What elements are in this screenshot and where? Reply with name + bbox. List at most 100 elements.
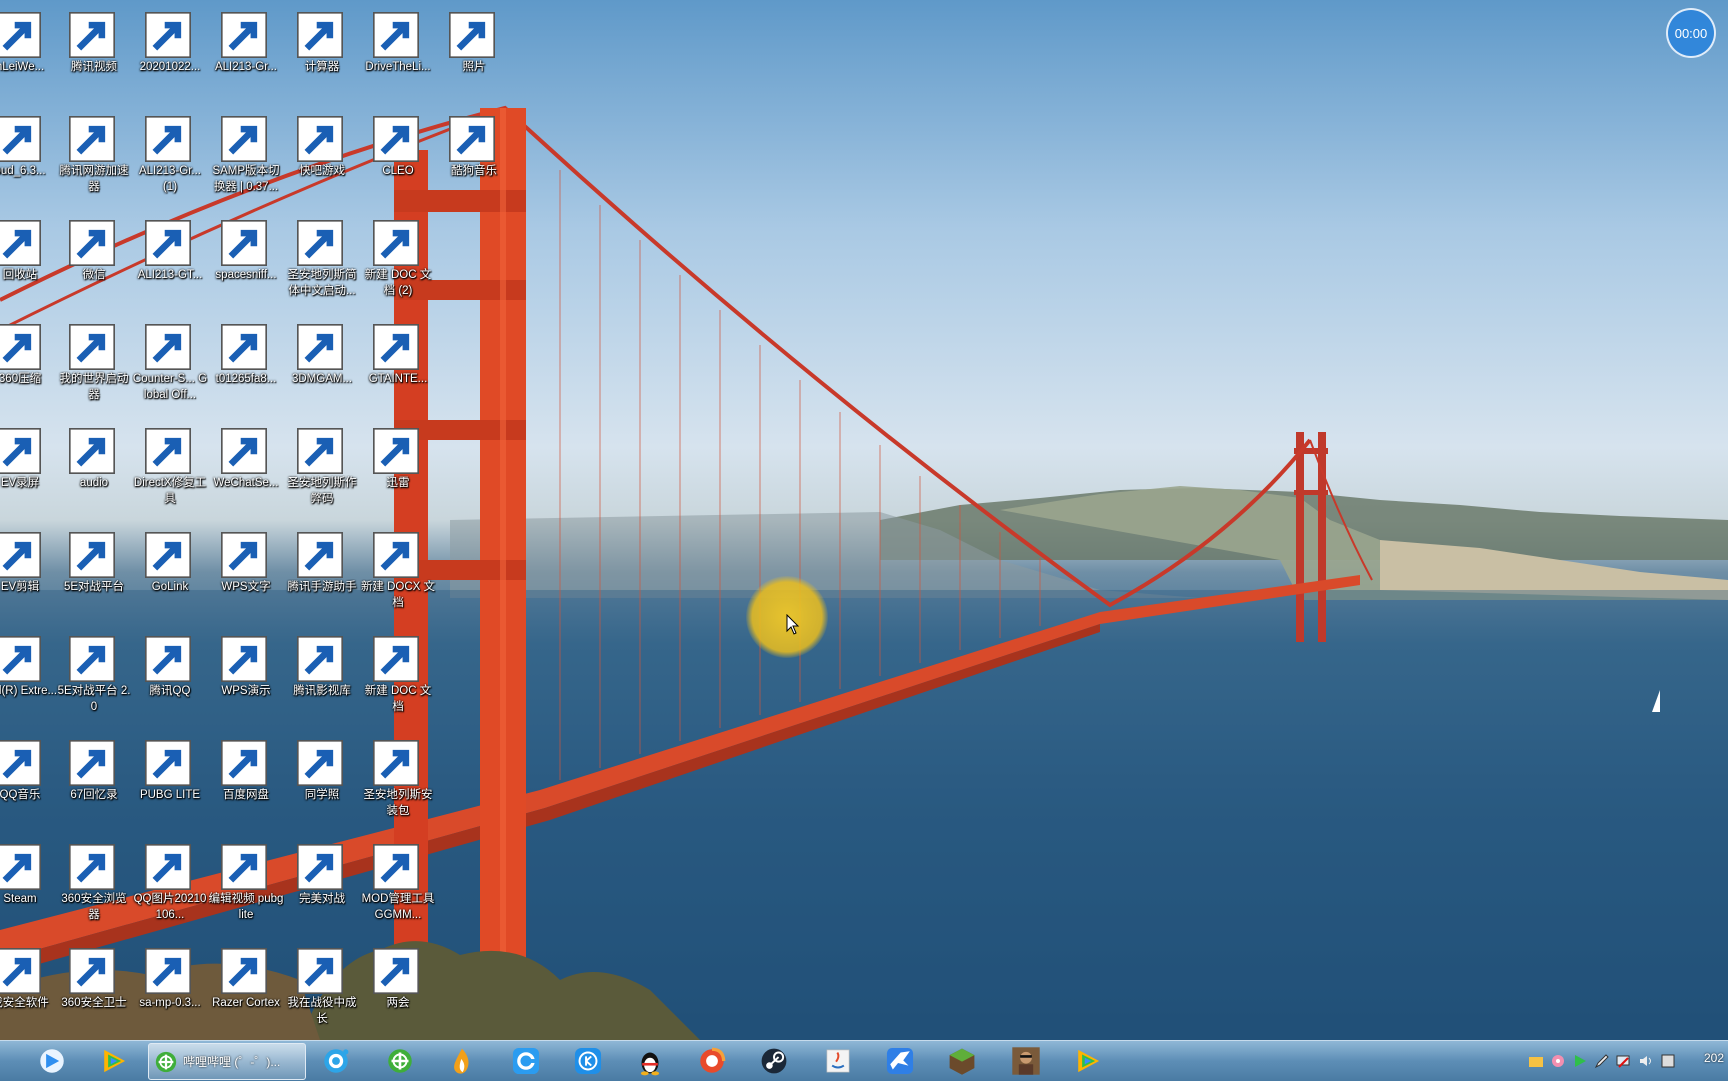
desktop-icon[interactable]: 5E 5E对战平台 [56,526,132,626]
desktop-icon[interactable]: 微信 [56,214,132,314]
desktop-icon[interactable]: ALI213-GT... [132,214,208,314]
wechat-icon [69,218,117,266]
desktop-icon[interactable]: 百度网盘 [208,734,284,834]
taskbar-button[interactable] [878,1044,922,1078]
desktop-icon[interactable]: QQ音乐 [0,734,58,834]
taskbar-button[interactable] [940,1044,984,1078]
desktop-icon[interactable]: 同学照 [284,734,360,834]
desktop-icon[interactable]: MOD管理工具GGMM... [360,838,436,938]
desktop-icon[interactable]: QQ图片20210106... [132,838,208,938]
desktop-icon[interactable]: 我的世界启动器 [56,318,132,418]
desktop-icon[interactable]: t01265fa8... [208,318,284,418]
desktop-icon[interactable]: SAMP版本切换器 | 0.37... [208,110,284,210]
desktop-icon[interactable]: P 67回忆录 [56,734,132,834]
desktop-icon[interactable]: 腾讯手游助手 [284,526,360,626]
shortcut-arrow-icon [449,116,495,162]
desktop-icon[interactable]: 照片 [436,6,512,106]
desktop-icon[interactable]: 迅雷 [360,422,436,522]
desktop-icon[interactable]: 腾讯网游加速器 [56,110,132,210]
screen-recorder-timer[interactable]: 00:00 [1666,8,1716,58]
desktop-icon[interactable]: 360压缩 [0,318,58,418]
tray-volume-icon[interactable] [1638,1053,1654,1069]
desktop-icon[interactable]: 我在战役中成长 [284,942,360,1040]
desktop-icon[interactable]: EV录屏 [0,422,58,522]
desktop-icon[interactable]: 计算器 [284,6,360,106]
tray-flower-icon[interactable] [1550,1053,1566,1069]
desktop-icon[interactable]: 回收站 [0,214,58,314]
desktop-icon[interactable]: 我安全软件 [0,942,58,1040]
taskbar-button[interactable] [504,1044,548,1078]
desktop-icon[interactable]: 5E 5E对战平台 2.0 [56,630,132,730]
desktop-icon[interactable]: 腾讯QQ [132,630,208,730]
desktop-icon[interactable]: Steam [0,838,58,938]
taskbar-button[interactable] [92,1044,136,1078]
desktop-icon[interactable]: GTAINTE... [360,318,436,418]
taskbar-button[interactable] [816,1044,860,1078]
desktop-icon[interactable]: Razer Cortex [208,942,284,1040]
desktop-icon[interactable]: 圣安地列斯简体中文启动... [284,214,360,314]
taskbar-button[interactable] [30,1044,74,1078]
taskbar-active-window-button[interactable]: 哔哩哔哩 (゜-゜)... [148,1043,306,1080]
tray-network-icon[interactable] [1616,1053,1632,1069]
ev-editor-icon [0,530,43,578]
desktop-icon[interactable]: sa-mp-0.3... [132,942,208,1040]
taskbar-button[interactable] [690,1044,734,1078]
desktop-icon[interactable]: ALI213-Gr... [208,6,284,106]
taskbar-button[interactable] [440,1044,484,1078]
desktop-icon[interactable]: oud_6.3... [0,110,58,210]
shortcut-arrow-icon [221,740,267,786]
desktop-icon[interactable]: ALI213-Gr... (1) [132,110,208,210]
tray-clock[interactable]: 202 [1704,1051,1724,1065]
desktop-icon[interactable]: 完美对战 [284,838,360,938]
desktop-icon[interactable]: 快吧游戏 [284,110,360,210]
intel-gauge-icon [0,634,43,682]
tray-flag-icon[interactable] [1660,1053,1676,1069]
shortcut-arrow-icon [69,116,115,162]
desktop-icon[interactable]: 20201022... [132,6,208,106]
desktop-icon[interactable]: 3DMGAM... [284,318,360,418]
desktop-icon[interactable]: DriveTheLi... [360,6,436,106]
desktop-icon[interactable]: 腾讯视频 [56,6,132,106]
desktop-icon[interactable]: 新建 DOCX 文档 [360,526,436,626]
tray-pen-icon[interactable] [1594,1053,1610,1069]
desktop-icon[interactable]: PUBG PUBG LITE [132,734,208,834]
desktop-icon[interactable]: 圣安地列斯安装包 [360,734,436,834]
desktop-icon[interactable]: 360安全浏览器 [56,838,132,938]
desktop-icon[interactable]: 编辑视频 pubglite [208,838,284,938]
taskbar-button[interactable] [628,1044,672,1078]
desktop-icon[interactable]: 360安全卫士 [56,942,132,1040]
desktop-icon-label: QQ图片20210106... [133,893,207,921]
desktop-icon[interactable]: WPS演示 [208,630,284,730]
desktop-icon[interactable]: P 两会 [360,942,436,1040]
desktop[interactable]: nLeiWe... 腾讯视频 20201022... ALI213-Gr... 计算器 D… [0,0,1728,1040]
desktop-icon-label: 快吧游戏 [299,165,345,177]
desktop-icon[interactable]: 圣安地列斯作弊码 [284,422,360,522]
qq-penguin-icon [145,634,193,682]
desktop-icon[interactable]: spacesniff... [208,214,284,314]
tray-tencent-video-icon[interactable] [1572,1053,1588,1069]
desktop-icon-label: 3DMGAM... [291,373,353,385]
desktop-icon[interactable]: DirectX修复工具 [132,422,208,522]
desktop-icon[interactable]: ntel(R) Extre... [0,630,58,730]
tray-folder-icon[interactable] [1528,1053,1544,1069]
shortcut-arrow-icon [0,948,41,994]
taskbar-button[interactable] [566,1044,610,1078]
kugou-music-icon [574,1047,602,1075]
desktop-icon[interactable]: audio [56,422,132,522]
desktop-icon[interactable]: 新建 DOC 文档 [360,630,436,730]
desktop-icon[interactable]: CLEO [360,110,436,210]
desktop-icon[interactable]: WeChatSe... [208,422,284,522]
desktop-icon[interactable]: GO Counter-S... Global Off... [132,318,208,418]
desktop-icon[interactable]: 腾讯影视库 [284,630,360,730]
taskbar-button[interactable] [752,1044,796,1078]
taskbar-button[interactable] [1004,1044,1048,1078]
desktop-icon[interactable]: nLeiWe... [0,6,58,106]
taskbar-button[interactable] [378,1044,422,1078]
taskbar-button[interactable] [1066,1044,1110,1078]
desktop-icon[interactable]: EV剪辑 [0,526,58,626]
taskbar-button[interactable] [314,1044,358,1078]
desktop-icon[interactable]: GoLink [132,526,208,626]
desktop-icon[interactable]: WPS文字 [208,526,284,626]
desktop-icon[interactable]: 新建 DOC 文档 (2) [360,214,436,314]
desktop-icon[interactable]: 酷狗音乐 [436,110,512,210]
